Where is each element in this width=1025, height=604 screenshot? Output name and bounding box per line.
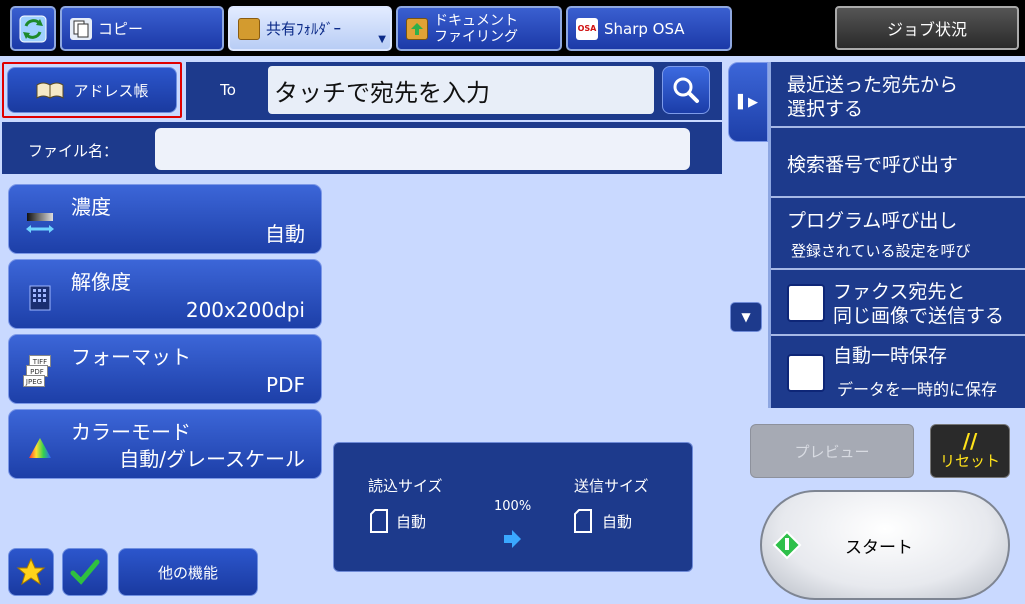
dropdown-arrow-icon: ▼ [378, 34, 386, 45]
menu-item-program-recall[interactable]: プログラム呼び出し 登録されている設定を呼び [771, 200, 1025, 270]
format-title: フォーマット [71, 345, 191, 369]
refresh-icon [19, 15, 47, 42]
scan-size-label: 読込サイズ [368, 477, 443, 495]
tab-document-filing-label: ドキュメント ファイリング [434, 12, 518, 45]
reset-label: リセット [939, 451, 1000, 470]
copy-icon [70, 17, 92, 40]
arrow-down-icon: ▼ [741, 310, 751, 324]
destination-input[interactable]: タッチで宛先を入力 [268, 66, 654, 114]
checkmark-icon [70, 559, 100, 585]
resolution-icon [29, 285, 51, 311]
job-status-button[interactable]: ジョブ状況 [835, 6, 1019, 50]
search-icon [673, 77, 699, 103]
start-label: スタート [845, 537, 913, 558]
other-functions-label: 他の機能 [157, 563, 218, 582]
format-setting-button[interactable]: TIFF PDF JPEG フォーマット PDF [8, 334, 322, 404]
preview-button[interactable]: プレビュー [750, 424, 914, 478]
density-setting-button[interactable]: 濃度 自動 [8, 184, 322, 254]
start-diamond-icon [772, 530, 802, 560]
address-book-label: アドレス帳 [73, 81, 149, 100]
color-mode-setting-button[interactable]: カラーモード 自動/グレースケール [8, 409, 322, 479]
size-info-panel: 読込サイズ 自動 100% 送信サイズ 自動 [333, 442, 693, 572]
address-book-button[interactable]: アドレス帳 [2, 62, 182, 118]
resolution-title: 解像度 [71, 270, 131, 294]
menu-item-fax-same-image[interactable]: ファクス宛先と 同じ画像で送信する [771, 272, 1025, 336]
check-settings-button[interactable] [62, 548, 108, 596]
reset-button[interactable]: // リセット [930, 424, 1010, 478]
filename-label: ファイル名： [28, 142, 119, 160]
play-arrow-icon: ▌▶ [738, 94, 758, 110]
star-icon [16, 557, 46, 586]
preview-label: プレビュー [794, 442, 870, 461]
mode-switch-button[interactable] [10, 6, 56, 51]
filename-input[interactable] [155, 128, 690, 170]
reset-icon: // [962, 428, 978, 453]
paper-icon [574, 509, 592, 533]
format-value: PDF [266, 373, 305, 397]
job-status-label: ジョブ状況 [886, 20, 967, 39]
fax-same-image-checkbox[interactable] [787, 284, 825, 322]
osa-logo-icon: OSA [576, 17, 598, 40]
action-menu: 最近送った宛先から 選択する 検索番号で呼び出す プログラム呼び出し 登録されて… [768, 62, 1025, 408]
scan-size-value: 自動 [396, 513, 427, 531]
color-mode-title: カラーモード [71, 420, 191, 444]
tab-copy[interactable]: コピー [60, 6, 224, 51]
resolution-setting-button[interactable]: 解像度 200x200dpi [8, 259, 322, 329]
menu-item-auto-save[interactable]: 自動一時保存 データを一時的に保存 [771, 338, 1025, 408]
menu-item-recent-destinations[interactable]: 最近送った宛先から 選択する [771, 62, 1025, 128]
arrow-right-icon [504, 530, 521, 548]
panel-toggle-button[interactable]: ▌▶ [728, 62, 768, 142]
folder-icon [238, 17, 260, 40]
to-label: To [190, 66, 266, 114]
ratio-value: 100% [494, 499, 532, 514]
color-mode-value: 自動/グレースケール [119, 447, 305, 471]
auto-save-checkbox[interactable] [787, 354, 825, 392]
document-filing-icon [406, 17, 428, 40]
favorite-button[interactable] [8, 548, 54, 596]
tab-shared-folder-label: 共有ﾌｫﾙﾀﾞｰ [266, 20, 342, 38]
send-size-label: 送信サイズ [574, 477, 649, 495]
tab-sharp-osa-label: Sharp OSA [604, 19, 685, 38]
start-button[interactable]: スタート [760, 490, 1010, 600]
tab-sharp-osa[interactable]: OSA Sharp OSA [566, 6, 732, 51]
send-size-value: 自動 [602, 513, 633, 531]
other-functions-button[interactable]: 他の機能 [118, 548, 258, 596]
tab-document-filing[interactable]: ドキュメント ファイリング [396, 6, 562, 51]
tab-copy-label: コピー [98, 20, 144, 38]
book-icon [36, 82, 64, 99]
scroll-down-button[interactable]: ▼ [730, 302, 762, 332]
density-icon [26, 213, 54, 233]
menu-item-search-number[interactable]: 検索番号で呼び出す [771, 130, 1025, 198]
density-value: 自動 [265, 222, 305, 246]
resolution-value: 200x200dpi [185, 298, 305, 322]
density-title: 濃度 [71, 195, 111, 219]
tab-shared-folder[interactable]: 共有ﾌｫﾙﾀﾞｰ ▼ [228, 6, 392, 51]
file-format-icon: TIFF PDF JPEG [23, 355, 53, 389]
search-button[interactable] [662, 66, 710, 114]
paper-icon [370, 509, 388, 533]
color-mode-icon [29, 438, 51, 458]
